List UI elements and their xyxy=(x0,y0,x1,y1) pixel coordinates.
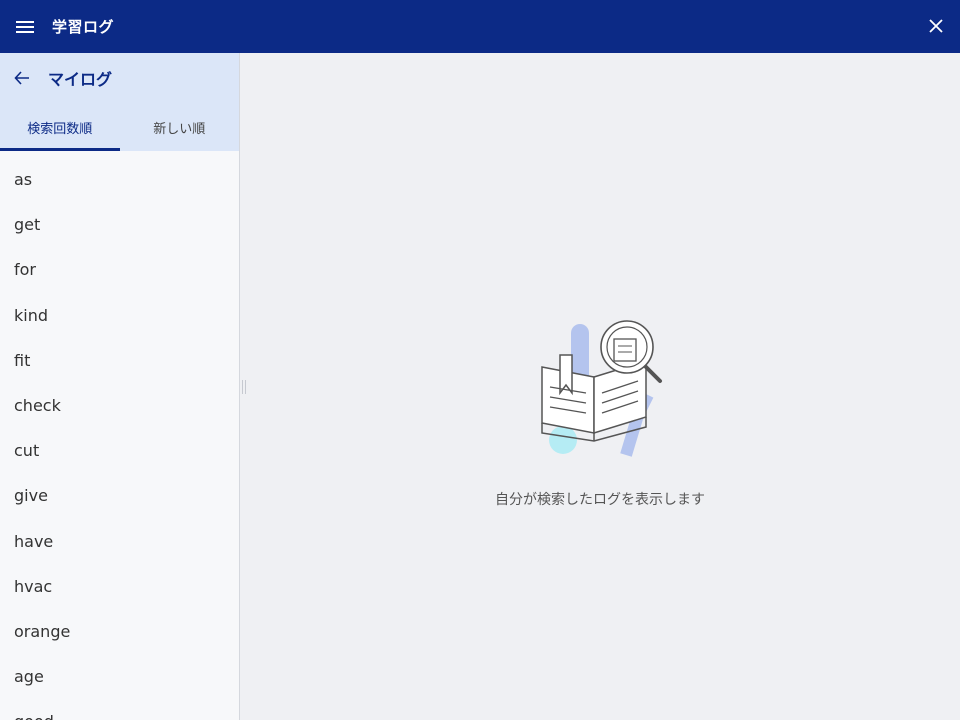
list-item[interactable]: orange xyxy=(0,609,239,654)
list-item[interactable]: have xyxy=(0,519,239,564)
word-list: as get for kind fit check cut give have … xyxy=(0,151,239,720)
list-item[interactable]: fit xyxy=(0,338,239,383)
list-item[interactable]: kind xyxy=(0,293,239,338)
main-panel: 自分が検索したログを表示します xyxy=(240,53,960,720)
sort-tabs: 検索回数順 新しい順 xyxy=(0,103,239,151)
sidebar-title: マイログ xyxy=(48,70,113,89)
hamburger-menu-icon[interactable] xyxy=(0,0,50,53)
sidebar-header: マイログ 検索回数順 新しい順 xyxy=(0,53,239,151)
list-item[interactable]: cut xyxy=(0,428,239,473)
arrow-left-icon[interactable] xyxy=(0,53,44,103)
list-item[interactable]: hvac xyxy=(0,564,239,609)
list-item[interactable]: check xyxy=(0,383,239,428)
tab-newest[interactable]: 新しい順 xyxy=(120,103,240,151)
close-icon[interactable] xyxy=(926,16,946,36)
empty-state-message: 自分が検索したログを表示します xyxy=(495,492,705,508)
list-item[interactable]: give xyxy=(0,473,239,518)
list-item[interactable]: for xyxy=(0,247,239,292)
list-item[interactable]: get xyxy=(0,202,239,247)
sidebar: マイログ 検索回数順 新しい順 as get for kind fit chec… xyxy=(0,53,240,720)
book-search-icon xyxy=(530,315,670,465)
list-item[interactable]: age xyxy=(0,654,239,699)
tab-search-count[interactable]: 検索回数順 xyxy=(0,103,120,151)
list-item[interactable]: as xyxy=(0,157,239,202)
list-item[interactable]: good xyxy=(0,699,239,720)
app-title: 学習ログ xyxy=(52,18,115,36)
app-header: 学習ログ xyxy=(0,0,960,53)
